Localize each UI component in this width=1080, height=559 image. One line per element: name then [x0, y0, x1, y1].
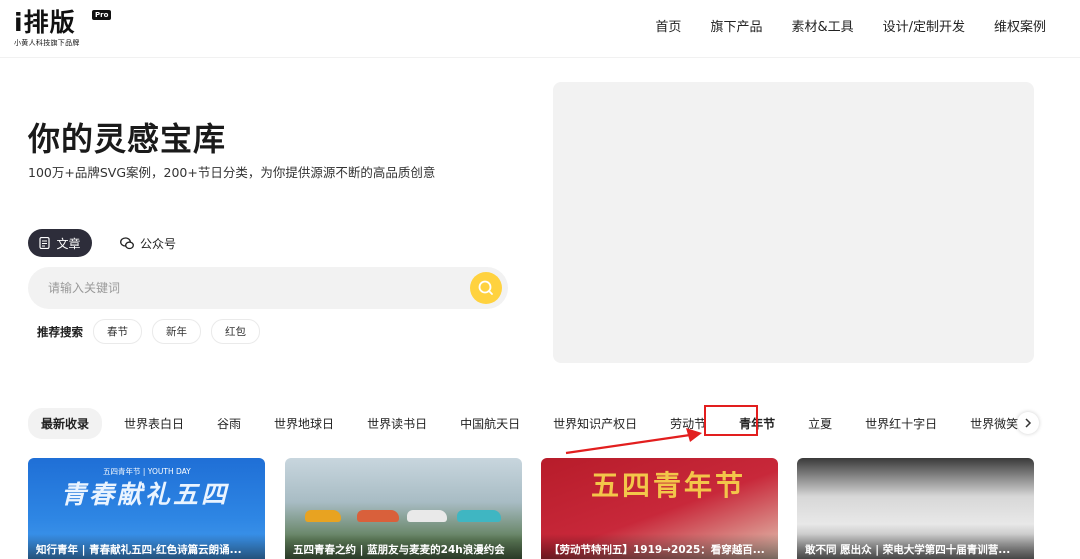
nav-design-dev[interactable]: 设计/定制开发: [883, 18, 965, 38]
recommend-chip-spring-festival[interactable]: 春节: [93, 319, 142, 344]
document-icon: [39, 237, 51, 249]
card-caption: 五四青春之约 | 蓝朋友与麦麦的24h浪漫约会: [285, 534, 522, 559]
recommend-chip-red-packet[interactable]: 红包: [211, 319, 260, 344]
car-shape: [407, 510, 447, 522]
article-card-1[interactable]: 五四青年节 | YOUTH DAY 青春献礼五四 知行青年 | 青春献礼五四·红…: [28, 458, 265, 559]
logo[interactable]: i排版 Pro 小黄人科技旗下品牌: [14, 8, 124, 50]
logo-subtitle: 小黄人科技旗下品牌: [14, 39, 80, 47]
recommended-label: 推荐搜索: [37, 324, 83, 339]
search-icon: [478, 280, 493, 295]
tab-article-label: 文章: [56, 236, 81, 251]
article-card-4[interactable]: 敢不同 愿出众 | 荣电大学第四十届青训营...: [797, 458, 1034, 559]
chevron-right-icon: [1025, 418, 1032, 428]
main-nav: 首页 旗下产品 素材&工具 设计/定制开发 维权案例: [655, 18, 1046, 38]
card-caption: 【劳动节特刊五】1919→2025：看穿越百...: [541, 534, 778, 559]
nav-cases[interactable]: 维权案例: [994, 18, 1046, 38]
category-latest[interactable]: 最新收录: [28, 407, 103, 439]
category-red-cross-day[interactable]: 世界红十字日: [865, 415, 937, 432]
car-shape: [305, 510, 341, 522]
nav-products[interactable]: 旗下产品: [710, 18, 762, 38]
page-subtitle: 100万+品牌SVG案例，200+节日分类，为你提供源源不断的高品质创意: [28, 165, 436, 180]
category-start-of-summer[interactable]: 立夏: [808, 415, 832, 432]
top-header: i排版 Pro 小黄人科技旗下品牌 首页 旗下产品 素材&工具 设计/定制开发 …: [0, 0, 1080, 58]
nav-home[interactable]: 首页: [655, 18, 681, 38]
hero-banner[interactable]: [553, 82, 1034, 363]
highlight-annotation-box: [704, 405, 758, 436]
card-art-text: 五四青年节: [591, 469, 747, 502]
category-confession-day[interactable]: 世界表白日: [124, 415, 184, 432]
category-grain-rain[interactable]: 谷雨: [217, 415, 241, 432]
pro-badge: Pro: [92, 10, 112, 20]
tab-wechat[interactable]: 公众号: [120, 229, 176, 257]
arrow-annotation: [565, 428, 702, 455]
article-card-2[interactable]: 五四青春之约 | 蓝朋友与麦麦的24h浪漫约会: [285, 458, 522, 559]
search-button[interactable]: [470, 272, 502, 304]
recommended-search: 推荐搜索 春节 新年 红包: [37, 319, 260, 344]
card-art-text: 青春献礼五四: [61, 480, 230, 509]
category-earth-day[interactable]: 世界地球日: [274, 415, 334, 432]
card-caption: 敢不同 愿出众 | 荣电大学第四十届青训营...: [797, 534, 1034, 559]
category-tabs: 最新收录 世界表白日 谷雨 世界地球日 世界读书日 中国航天日 世界知识产权日 …: [28, 407, 1030, 439]
category-book-day[interactable]: 世界读书日: [367, 415, 427, 432]
car-shape: [357, 510, 399, 522]
article-card-3[interactable]: 五四青年节 【劳动节特刊五】1919→2025：看穿越百...: [541, 458, 778, 559]
tab-wechat-label: 公众号: [140, 236, 177, 251]
tab-article[interactable]: 文章: [28, 229, 92, 257]
wechat-icon: [120, 236, 134, 249]
car-shape: [457, 510, 501, 522]
search-bar: [28, 267, 508, 309]
card-caption: 知行青年 | 青春献礼五四·红色诗篇云朗诵...: [28, 534, 265, 559]
search-input[interactable]: [48, 278, 448, 298]
page-title: 你的灵感宝库: [28, 120, 227, 158]
category-space-day[interactable]: 中国航天日: [460, 415, 520, 432]
next-category-button[interactable]: [1017, 412, 1039, 434]
nav-materials-tools[interactable]: 素材&工具: [791, 18, 853, 38]
recommend-chip-new-year[interactable]: 新年: [152, 319, 201, 344]
